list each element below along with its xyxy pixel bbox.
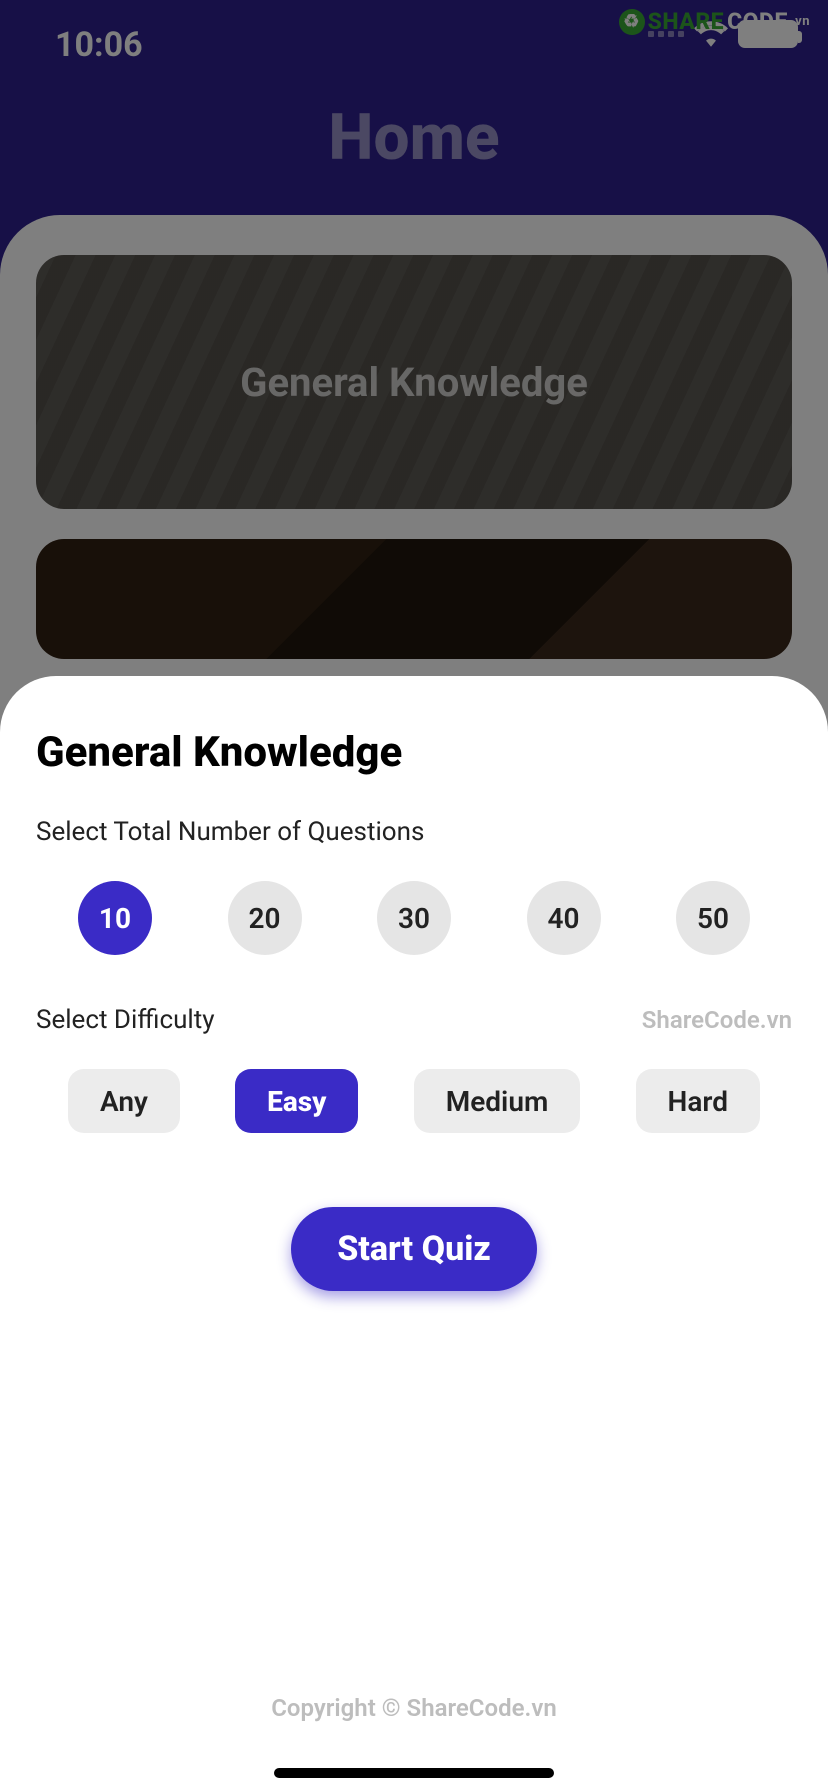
questions-count-label: Select Total Number of Questions [36, 817, 792, 847]
difficulty-label: Select Difficulty [36, 1005, 215, 1035]
difficulty-any[interactable]: Any [68, 1069, 180, 1133]
difficulty-options: Any Easy Medium Hard [36, 1069, 792, 1133]
difficulty-hard[interactable]: Hard [636, 1069, 760, 1133]
watermark-mid: ShareCode.vn [642, 1006, 792, 1034]
questions-count-options: 10 20 30 40 50 [36, 881, 792, 955]
question-count-50[interactable]: 50 [676, 881, 750, 955]
question-count-30[interactable]: 30 [377, 881, 451, 955]
question-count-20[interactable]: 20 [228, 881, 302, 955]
copyright-text: Copyright © ShareCode.vn [0, 1694, 828, 1722]
start-quiz-button[interactable]: Start Quiz [291, 1207, 537, 1291]
home-indicator[interactable] [274, 1768, 554, 1778]
difficulty-medium[interactable]: Medium [414, 1069, 581, 1133]
quiz-options-sheet: General Knowledge Select Total Number of… [0, 676, 828, 1792]
difficulty-easy[interactable]: Easy [235, 1069, 358, 1133]
question-count-40[interactable]: 40 [527, 881, 601, 955]
sheet-title: General Knowledge [36, 728, 792, 777]
question-count-10[interactable]: 10 [78, 881, 152, 955]
